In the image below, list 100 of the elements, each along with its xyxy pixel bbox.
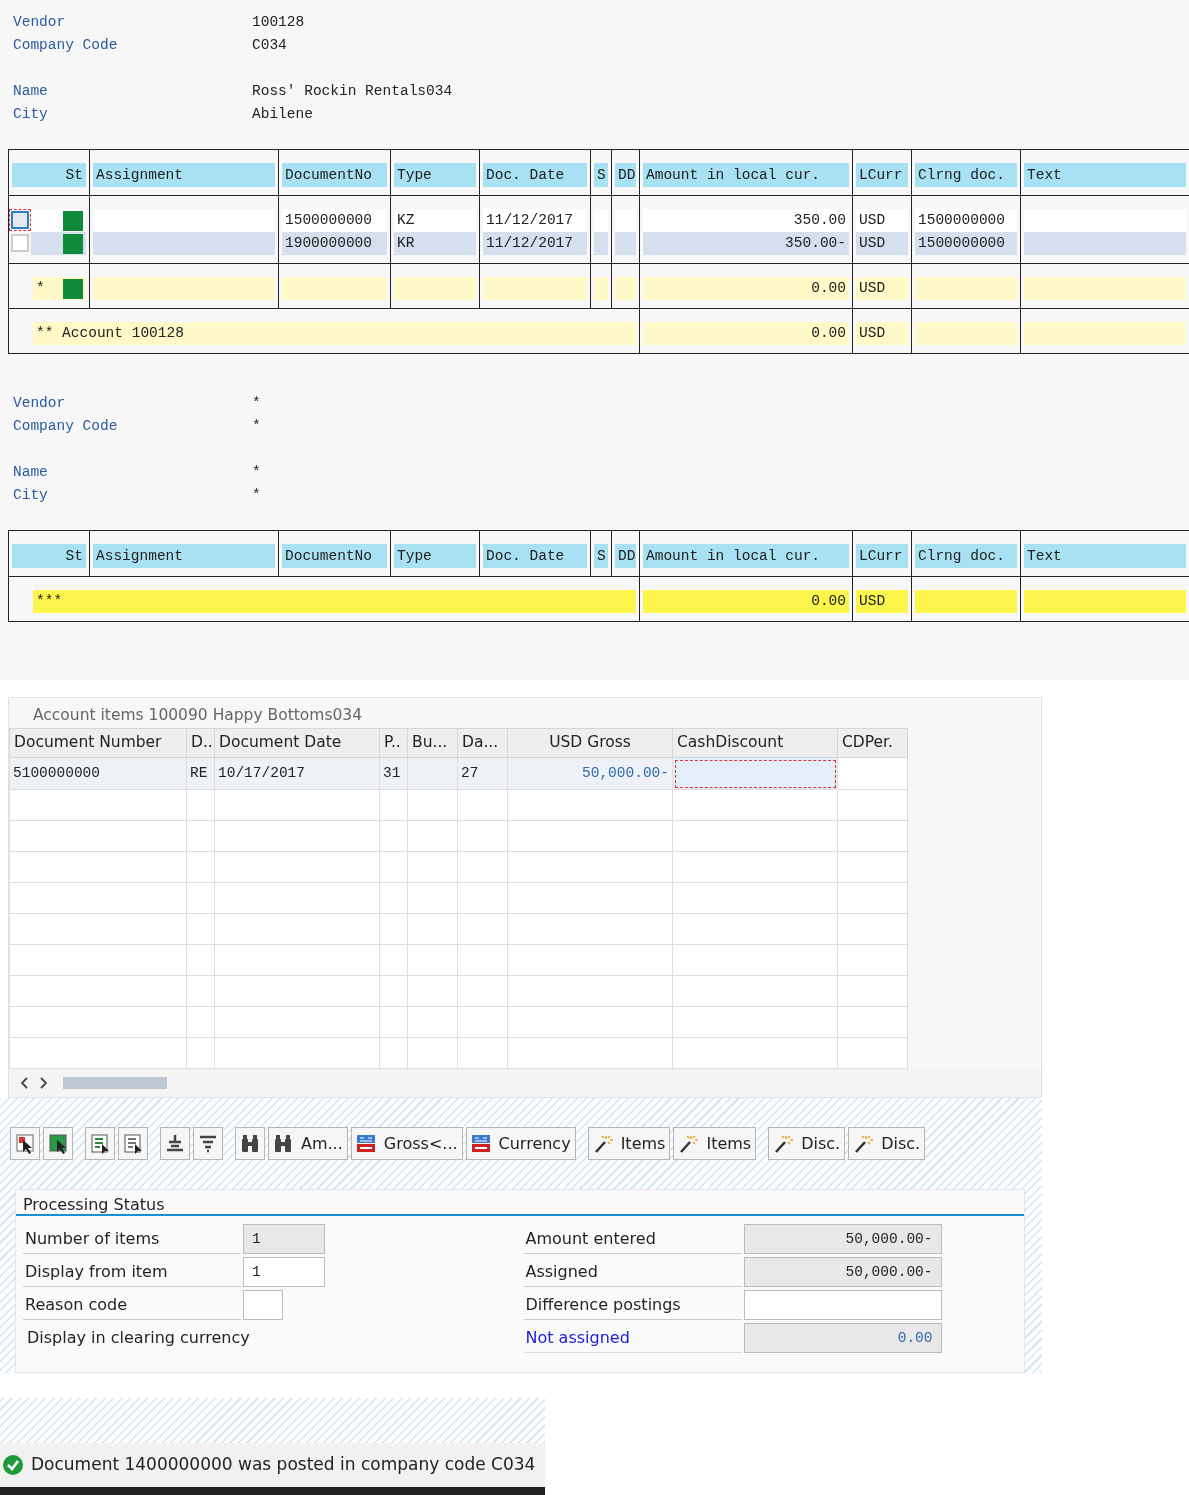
magic-wand-icon [592, 1133, 613, 1154]
field-label: Assigned [523, 1256, 742, 1287]
table-cell [594, 232, 608, 255]
column-header: St [12, 163, 86, 187]
input-field[interactable] [672, 757, 838, 790]
column-header[interactable]: D.. [186, 728, 215, 758]
column-header: LCurr [856, 544, 908, 568]
list-select-icon [90, 1133, 110, 1154]
scrollbar-thumb[interactable] [63, 1077, 167, 1089]
column-header: Amount in local cur. [643, 163, 849, 187]
column-header: DD [615, 163, 636, 187]
column-header[interactable]: Bu... [407, 728, 458, 758]
column-header[interactable]: USD Gross [507, 728, 673, 758]
table-cell: USD [856, 209, 908, 232]
toolbar-button[interactable]: Items [587, 1127, 671, 1160]
input-field[interactable]: 0.00 [743, 1322, 942, 1353]
input-field[interactable]: 50,000.00- [743, 1223, 942, 1254]
table-cell: 0.00 [643, 590, 849, 613]
column-header: DocumentNo [282, 544, 387, 568]
table-cell: 350.00- [643, 232, 849, 255]
column-header: Assignment [93, 544, 275, 568]
column-header: Assignment [93, 163, 275, 187]
subtotal-marker: * [36, 279, 45, 298]
table-cell [594, 209, 608, 232]
grid-title: Account items 100090 Happy Bottoms034 [32, 705, 364, 726]
binoculars-button[interactable] [235, 1127, 265, 1160]
column-header: Type [394, 163, 476, 187]
select-all-button[interactable] [10, 1127, 40, 1160]
sort-button[interactable] [160, 1127, 190, 1160]
field-value: 100128 [252, 13, 305, 32]
column-header: LCurr [856, 163, 908, 187]
table-cell [615, 277, 636, 300]
filter-button[interactable] [193, 1127, 223, 1160]
toolbar-button[interactable]: Currency [465, 1127, 576, 1160]
field-label: Number of items [23, 1223, 241, 1254]
table-cell: 0.00 [643, 322, 849, 345]
column-header: Text [1024, 163, 1186, 187]
field-label: Name [12, 463, 49, 482]
field-label: Vendor [12, 13, 67, 32]
row-checkbox[interactable] [11, 211, 29, 229]
table-cell [594, 277, 608, 300]
scroll-left-icon [21, 1077, 29, 1089]
column-header: Doc. Date [483, 544, 587, 568]
toolbar-button[interactable]: Gross<... [350, 1127, 463, 1160]
field-value: * [252, 486, 261, 505]
column-header[interactable]: CashDiscount [672, 728, 838, 758]
field-label: Vendor [12, 394, 67, 413]
deselect-all-button[interactable] [43, 1127, 73, 1160]
select-all-icon [15, 1133, 35, 1154]
list-deselect-button[interactable] [118, 1127, 148, 1160]
input-field[interactable]: 50,000.00- [743, 1256, 942, 1287]
table-cell: USD [856, 322, 908, 345]
column-header[interactable]: P.. [379, 728, 408, 758]
total-label: ** Account 100128 [33, 322, 636, 345]
column-header: St [12, 544, 86, 568]
table-cell: 10/17/2017 [214, 757, 380, 790]
row-checkbox[interactable] [11, 234, 29, 252]
deselect-all-icon [48, 1133, 68, 1154]
column-header: Doc. Date [483, 163, 587, 187]
field-label: Name [12, 82, 49, 101]
toolbar-button[interactable]: Disc. [768, 1127, 846, 1160]
filter-icon [198, 1133, 218, 1154]
input-field[interactable]: 1 [243, 1256, 325, 1287]
table-cell: USD [856, 590, 908, 613]
field-label: Reason code [23, 1289, 241, 1320]
field-label: Display in clearing currency [26, 1326, 250, 1349]
toolbar-button[interactable]: Items [673, 1127, 757, 1160]
column-header[interactable]: Document Date [214, 728, 380, 758]
field-label: City [12, 105, 49, 124]
status-message: Document 1400000000 was posted in company code C034 [31, 1453, 536, 1477]
field-label: Difference postings [523, 1289, 742, 1320]
magic-wand-icon [773, 1133, 794, 1154]
field-label: Company Code [12, 36, 119, 55]
list-select-button[interactable] [85, 1127, 115, 1160]
column-header[interactable]: Da... [457, 728, 508, 758]
field-value: Ross' Rockin Rentals034 [252, 82, 453, 101]
money-icon [355, 1133, 376, 1154]
table-cell: 5100000000 [9, 757, 187, 790]
input-field[interactable]: 1 [243, 1223, 325, 1254]
table-cell: 27 [457, 757, 508, 790]
list-deselect-icon [123, 1133, 143, 1154]
table-cell: 350.00 [643, 209, 849, 232]
field-value: Abilene [252, 105, 313, 124]
input-field[interactable] [243, 1289, 283, 1320]
money-icon [470, 1133, 491, 1154]
scroll-right-icon [39, 1077, 47, 1089]
field-label: Company Code [12, 417, 119, 436]
column-header[interactable]: CDPer. [837, 728, 908, 758]
column-header: Clrng doc. [915, 544, 1017, 568]
input-field[interactable] [743, 1289, 942, 1320]
column-header[interactable]: Document Number [9, 728, 187, 758]
field-label: Amount entered [523, 1223, 742, 1254]
field-label[interactable]: Not assigned [523, 1322, 742, 1353]
field-value: C034 [252, 36, 287, 55]
table-cell: KZ [394, 209, 476, 232]
total-label: *** [33, 590, 636, 613]
toolbar-button[interactable]: Disc. [848, 1127, 926, 1160]
panel-title: Processing Status [16, 1190, 1024, 1216]
toolbar-button[interactable]: Am... [268, 1127, 348, 1160]
table-cell: 50,000.00- [507, 757, 673, 790]
